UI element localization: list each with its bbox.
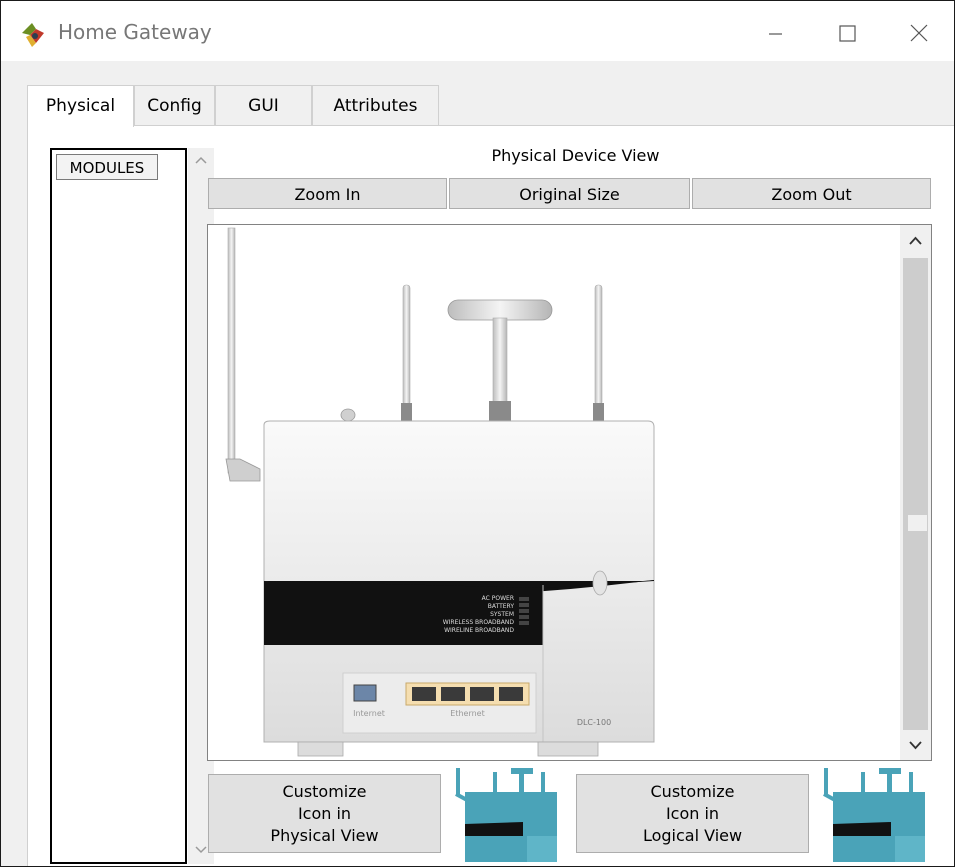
led-label: WIRELESS BROADBAND	[442, 619, 514, 626]
tab-physical[interactable]: Physical	[27, 85, 134, 127]
home-gateway-device-image	[225, 227, 655, 757]
close-icon	[910, 24, 928, 42]
modules-list-item[interactable]: MODULES	[56, 154, 158, 180]
tab-attributes[interactable]: Attributes	[312, 85, 439, 125]
tab-gui[interactable]: GUI	[215, 85, 312, 125]
internet-port-label: Internet	[353, 709, 385, 718]
physical-view-device-icon	[455, 768, 557, 862]
modules-list[interactable]: MODULES	[50, 148, 187, 864]
status-led-panel: AC POWER BATTERY SYSTEM WIRELESS BROADBA…	[394, 595, 514, 635]
home-gateway-window: Home Gateway Physical Config GUI Attribu…	[0, 0, 955, 867]
tab-config[interactable]: Config	[134, 85, 215, 125]
button-label: Icon in	[665, 804, 720, 823]
customize-physical-icon-button[interactable]: Customize Icon in Physical View	[208, 774, 441, 853]
ethernet-port-label: Ethernet	[450, 709, 485, 718]
scroll-down-arrow-icon[interactable]	[903, 732, 928, 757]
physical-tab-panel: MODULES Physical Device View Zoom In Ori…	[27, 125, 954, 866]
led-label: SYSTEM	[490, 611, 514, 618]
minimize-icon	[769, 33, 782, 35]
window-title: Home Gateway	[58, 20, 212, 44]
led-label: BATTERY	[487, 603, 514, 610]
close-button[interactable]	[899, 15, 939, 51]
original-size-button[interactable]: Original Size	[449, 178, 690, 209]
device-model-label: DLC-100	[576, 718, 612, 727]
physical-device-view[interactable]: AC POWER BATTERY SYSTEM WIRELESS BROADBA…	[207, 224, 932, 761]
packet-tracer-icon	[22, 23, 44, 47]
button-label: Icon in	[297, 804, 352, 823]
status-leds	[519, 595, 529, 627]
title-bar: Home Gateway	[1, 1, 954, 61]
device-view-scrollbar[interactable]	[900, 225, 931, 760]
logical-view-device-icon	[823, 768, 925, 862]
zoom-in-button[interactable]: Zoom In	[208, 178, 447, 209]
button-label: Customize	[650, 782, 735, 801]
maximize-icon	[839, 25, 856, 42]
button-label: Physical View	[270, 826, 379, 845]
button-label: Logical View	[642, 826, 743, 845]
scrollbar-track[interactable]	[903, 258, 928, 730]
customize-logical-icon-button[interactable]: Customize Icon in Logical View	[576, 774, 809, 853]
button-label: Customize	[282, 782, 367, 801]
scrollbar-thumb[interactable]	[908, 515, 927, 531]
maximize-button[interactable]	[827, 15, 867, 51]
physical-device-view-heading: Physical Device View	[491, 146, 660, 165]
zoom-out-button[interactable]: Zoom Out	[692, 178, 931, 209]
led-label: WIRELINE BROADBAND	[444, 627, 514, 634]
led-label: AC POWER	[481, 595, 514, 602]
minimize-button[interactable]	[755, 15, 795, 51]
scroll-up-arrow-icon[interactable]	[903, 229, 928, 254]
